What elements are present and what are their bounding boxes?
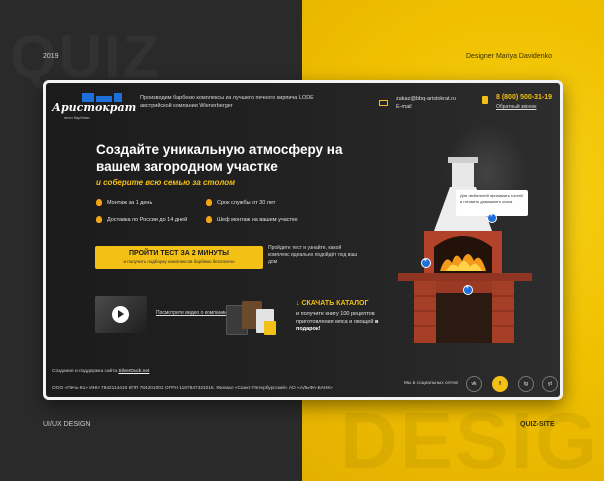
feature-text: Срок службы от 30 лет [217, 199, 276, 206]
project-label: QUIZ-SITE [520, 421, 555, 428]
site-mockup: Аристократ печи барбекю Производим барбе… [43, 80, 563, 400]
gift-box-icon [264, 321, 276, 335]
site-logo[interactable]: Аристократ печи барбекю [52, 93, 136, 120]
feature-item: Шеф монтаж на вашем участке [206, 216, 298, 223]
facebook-icon[interactable]: f [492, 376, 508, 392]
header-email: zakaz@bbq-aristokrat.ru E-mail [396, 95, 456, 111]
category-label: UI/UX DESIGN [43, 421, 91, 428]
logo-text: Аристократ [52, 101, 137, 114]
made-by-prefix: Создание и поддержка сайта [52, 369, 118, 374]
video-link[interactable]: Посмотрите видео о компании [156, 310, 227, 317]
year-label: 2019 [43, 53, 59, 60]
feature-text: Шеф монтаж на вашем участке [217, 216, 298, 223]
background-word-bottom: DESIGN [340, 396, 604, 481]
made-by-link[interactable]: SilverDuck.net [118, 369, 149, 374]
email-label: E-mail [396, 104, 412, 110]
grill-table [398, 273, 532, 281]
feature-text: Доставка по России до 14 дней [107, 216, 188, 223]
hero-subtitle: и соберите всю семью за столом [96, 178, 236, 187]
feature-item: Монтаж за 1 день [96, 199, 152, 206]
phone-icon [482, 96, 488, 104]
catalog-title: СКАЧАТЬ КАТАЛОГ [301, 300, 369, 307]
header-phone[interactable]: 8 (800) 500-31-19 [496, 94, 552, 101]
catalog-books-image [218, 299, 282, 339]
designer-label: Designer Mariya Davidenko [466, 53, 552, 60]
hero-title: Создайте уникальную атмосферу на вашем з… [96, 142, 343, 174]
wood-storage [436, 293, 492, 343]
grill-leg [414, 281, 436, 343]
flame-icon [206, 199, 212, 206]
play-icon[interactable] [112, 306, 129, 323]
instagram-icon[interactable]: ig [518, 376, 534, 392]
quiz-button-sublabel: и получить подборку комплексов барбекю б… [123, 259, 235, 264]
youtube-icon[interactable]: yt [542, 376, 558, 392]
hotspot-plus-icon[interactable] [463, 285, 473, 295]
envelope-icon [379, 100, 388, 106]
feature-text: Монтаж за 1 день [107, 199, 153, 206]
quiz-button-label: ПРОЙТИ ТЕСТ ЗА 2 МИНУТЫ [128, 250, 229, 257]
callback-link[interactable]: Обратный звонок [496, 104, 536, 110]
flame-icon [96, 216, 102, 223]
vk-icon[interactable]: vk [466, 376, 482, 392]
grill-leg [492, 281, 514, 343]
chimney-cap [448, 157, 478, 163]
quiz-start-button[interactable]: ПРОЙТИ ТЕСТ ЗА 2 МИНУТЫ и получить подбо… [95, 246, 263, 269]
chimney-shape [452, 159, 474, 189]
catalog-download-link[interactable]: ↓ СКАЧАТЬ КАТАЛОГ [296, 300, 368, 307]
hotspot-plus-icon[interactable] [421, 258, 431, 268]
feature-item: Доставка по России до 14 дней [96, 216, 187, 223]
video-thumbnail[interactable] [95, 296, 147, 333]
feature-item: Срок службы от 30 лет [206, 199, 275, 206]
quiz-note: Пройдите тест и узнайте, какой комплекс … [268, 245, 358, 265]
social-label: Мы в социальных сетях! [404, 381, 459, 386]
logo-subtitle: печи барбекю [64, 115, 90, 120]
catalog-text: и получите книгу 100 рецептов приготовле… [296, 311, 375, 325]
bbq-grill-image [398, 157, 532, 343]
hotspot-plus-icon[interactable] [487, 213, 497, 223]
email-link[interactable]: zakaz@bbq-aristokrat.ru [396, 95, 456, 103]
flame-icon [96, 199, 102, 206]
catalog-description: и получите книгу 100 рецептов приготовле… [296, 311, 396, 334]
flame-icon [206, 216, 212, 223]
made-by: Создание и поддержка сайта SilverDuck.ne… [52, 369, 149, 374]
header-tagline: Производим барбекю комплексы из лучшего … [140, 95, 314, 109]
legal-info: ООО «Печь-Ко» ИНН 7842114410 КПП 7842010… [52, 386, 333, 391]
